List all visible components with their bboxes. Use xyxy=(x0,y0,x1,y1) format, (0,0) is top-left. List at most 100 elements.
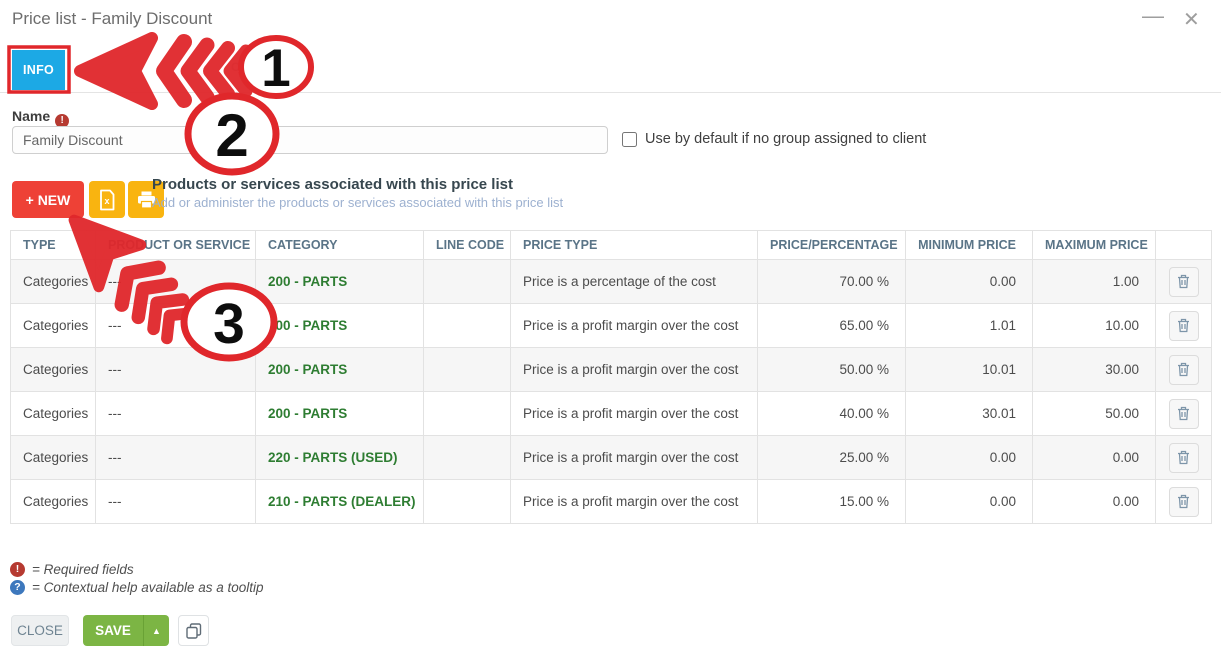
cell-category: 200 - PARTS xyxy=(256,304,424,348)
trash-icon xyxy=(1177,406,1190,421)
new-button[interactable]: + NEW xyxy=(12,181,84,218)
section-subtitle: Add or administer the products or servic… xyxy=(152,195,563,210)
name-field-label: Name! xyxy=(12,108,69,128)
price-rules-table: TYPE PRODUCT OR SERVICE CATEGORY LINE CO… xyxy=(10,230,1212,524)
cell-minimum-price: 30.01 xyxy=(906,392,1033,436)
cell-type: Categories xyxy=(11,260,96,304)
cell-maximum-price: 50.00 xyxy=(1033,392,1156,436)
svg-text:x: x xyxy=(104,196,109,206)
name-input[interactable] xyxy=(12,126,608,154)
col-header-price-type: PRICE TYPE xyxy=(511,231,758,260)
cell-price-percentage: 65.00 % xyxy=(758,304,906,348)
legend-required: ! = Required fields xyxy=(10,562,134,577)
trash-icon xyxy=(1177,494,1190,509)
delete-row-button[interactable] xyxy=(1169,399,1199,429)
delete-row-button[interactable] xyxy=(1169,267,1199,297)
cell-product: --- xyxy=(96,436,256,480)
cell-price-type: Price is a percentage of the cost xyxy=(511,260,758,304)
cell-product: --- xyxy=(96,304,256,348)
cell-product: --- xyxy=(96,392,256,436)
hidden-tab-fragment[interactable]: ON xyxy=(231,60,249,74)
minimize-icon[interactable]: — xyxy=(1142,4,1164,28)
cell-price-type: Price is a profit margin over the cost xyxy=(511,436,758,480)
cell-type: Categories xyxy=(11,480,96,524)
cell-maximum-price: 0.00 xyxy=(1033,436,1156,480)
cell-price-percentage: 25.00 % xyxy=(758,436,906,480)
trash-icon xyxy=(1177,450,1190,465)
delete-row-button[interactable] xyxy=(1169,443,1199,473)
cell-minimum-price: 1.01 xyxy=(906,304,1033,348)
cell-price-type: Price is a profit margin over the cost xyxy=(511,304,758,348)
col-header-price-percentage: PRICE/PERCENTAGE xyxy=(758,231,906,260)
cell-category: 200 - PARTS xyxy=(256,348,424,392)
default-group-checkbox-row: Use by default if no group assigned to c… xyxy=(622,131,926,147)
excel-export-button[interactable]: x xyxy=(89,181,125,218)
cell-maximum-price: 30.00 xyxy=(1033,348,1156,392)
delete-row-button[interactable] xyxy=(1169,311,1199,341)
cell-price-percentage: 50.00 % xyxy=(758,348,906,392)
col-header-product: PRODUCT OR SERVICE xyxy=(96,231,256,260)
legend-required-text: = Required fields xyxy=(32,562,134,577)
col-header-maximum-price: MAXIMUM PRICE xyxy=(1033,231,1156,260)
cell-minimum-price: 10.01 xyxy=(906,348,1033,392)
cell-type: Categories xyxy=(11,348,96,392)
tab-info[interactable]: INFO xyxy=(12,50,65,90)
cell-line-code xyxy=(424,348,511,392)
cell-product: --- xyxy=(96,480,256,524)
default-group-checkbox-label: Use by default if no group assigned to c… xyxy=(645,131,926,147)
legend-help: ? = Contextual help available as a toolt… xyxy=(10,580,264,595)
cell-type: Categories xyxy=(11,392,96,436)
default-group-checkbox[interactable] xyxy=(622,132,637,147)
cell-price-type: Price is a profit margin over the cost xyxy=(511,480,758,524)
delete-row-button[interactable] xyxy=(1169,355,1199,385)
caret-up-icon: ▲ xyxy=(152,626,161,636)
cell-minimum-price: 0.00 xyxy=(906,480,1033,524)
cell-product: --- xyxy=(96,348,256,392)
cell-line-code xyxy=(424,304,511,348)
cell-price-percentage: 15.00 % xyxy=(758,480,906,524)
hidden-tab-fragment[interactable]: C xyxy=(288,60,297,74)
cell-category: 200 - PARTS xyxy=(256,392,424,436)
section-title: Products or services associated with thi… xyxy=(152,176,513,193)
cell-line-code xyxy=(424,480,511,524)
cell-price-type: Price is a profit margin over the cost xyxy=(511,348,758,392)
cell-price-type: Price is a profit margin over the cost xyxy=(511,392,758,436)
table-row: Categories --- 200 - PARTS Price is a pr… xyxy=(11,348,1212,392)
col-header-minimum-price: MINIMUM PRICE xyxy=(906,231,1033,260)
close-icon[interactable]: ✕ xyxy=(1183,8,1200,32)
cell-price-percentage: 40.00 % xyxy=(758,392,906,436)
cell-minimum-price: 0.00 xyxy=(906,260,1033,304)
table-row: Categories --- 210 - PARTS (DEALER) Pric… xyxy=(11,480,1212,524)
table-row: Categories --- 200 - PARTS Price is a pr… xyxy=(11,304,1212,348)
table-row: Categories --- 220 - PARTS (USED) Price … xyxy=(11,436,1212,480)
cell-line-code xyxy=(424,260,511,304)
cell-product: --- xyxy=(96,260,256,304)
cell-category: 210 - PARTS (DEALER) xyxy=(256,480,424,524)
save-options-caret[interactable]: ▲ xyxy=(143,615,169,646)
cell-minimum-price: 0.00 xyxy=(906,436,1033,480)
table-row: Categories --- 200 - PARTS Price is a pr… xyxy=(11,392,1212,436)
delete-row-button[interactable] xyxy=(1169,487,1199,517)
col-header-line-code: LINE CODE xyxy=(424,231,511,260)
copy-icon xyxy=(186,623,202,639)
price-list-dialog: Price list - Family Discount — ✕ ON C IN… xyxy=(0,0,1221,653)
save-button[interactable]: SAVE xyxy=(83,615,143,646)
cell-type: Categories xyxy=(11,304,96,348)
tab-bar: ON C INFO xyxy=(0,48,1221,93)
duplicate-button[interactable] xyxy=(178,615,209,646)
cell-type: Categories xyxy=(11,436,96,480)
trash-icon xyxy=(1177,274,1190,289)
name-label-text: Name xyxy=(12,108,50,124)
col-header-category: CATEGORY xyxy=(256,231,424,260)
trash-icon xyxy=(1177,318,1190,333)
close-button[interactable]: CLOSE xyxy=(11,615,69,646)
table-header-row: TYPE PRODUCT OR SERVICE CATEGORY LINE CO… xyxy=(11,231,1212,260)
cell-category: 220 - PARTS (USED) xyxy=(256,436,424,480)
excel-icon: x xyxy=(98,189,116,211)
cell-line-code xyxy=(424,436,511,480)
cell-maximum-price: 0.00 xyxy=(1033,480,1156,524)
required-icon: ! xyxy=(10,562,25,577)
legend-help-text: = Contextual help available as a tooltip xyxy=(32,580,264,595)
col-header-actions xyxy=(1156,231,1212,260)
dialog-title: Price list - Family Discount xyxy=(12,9,212,29)
